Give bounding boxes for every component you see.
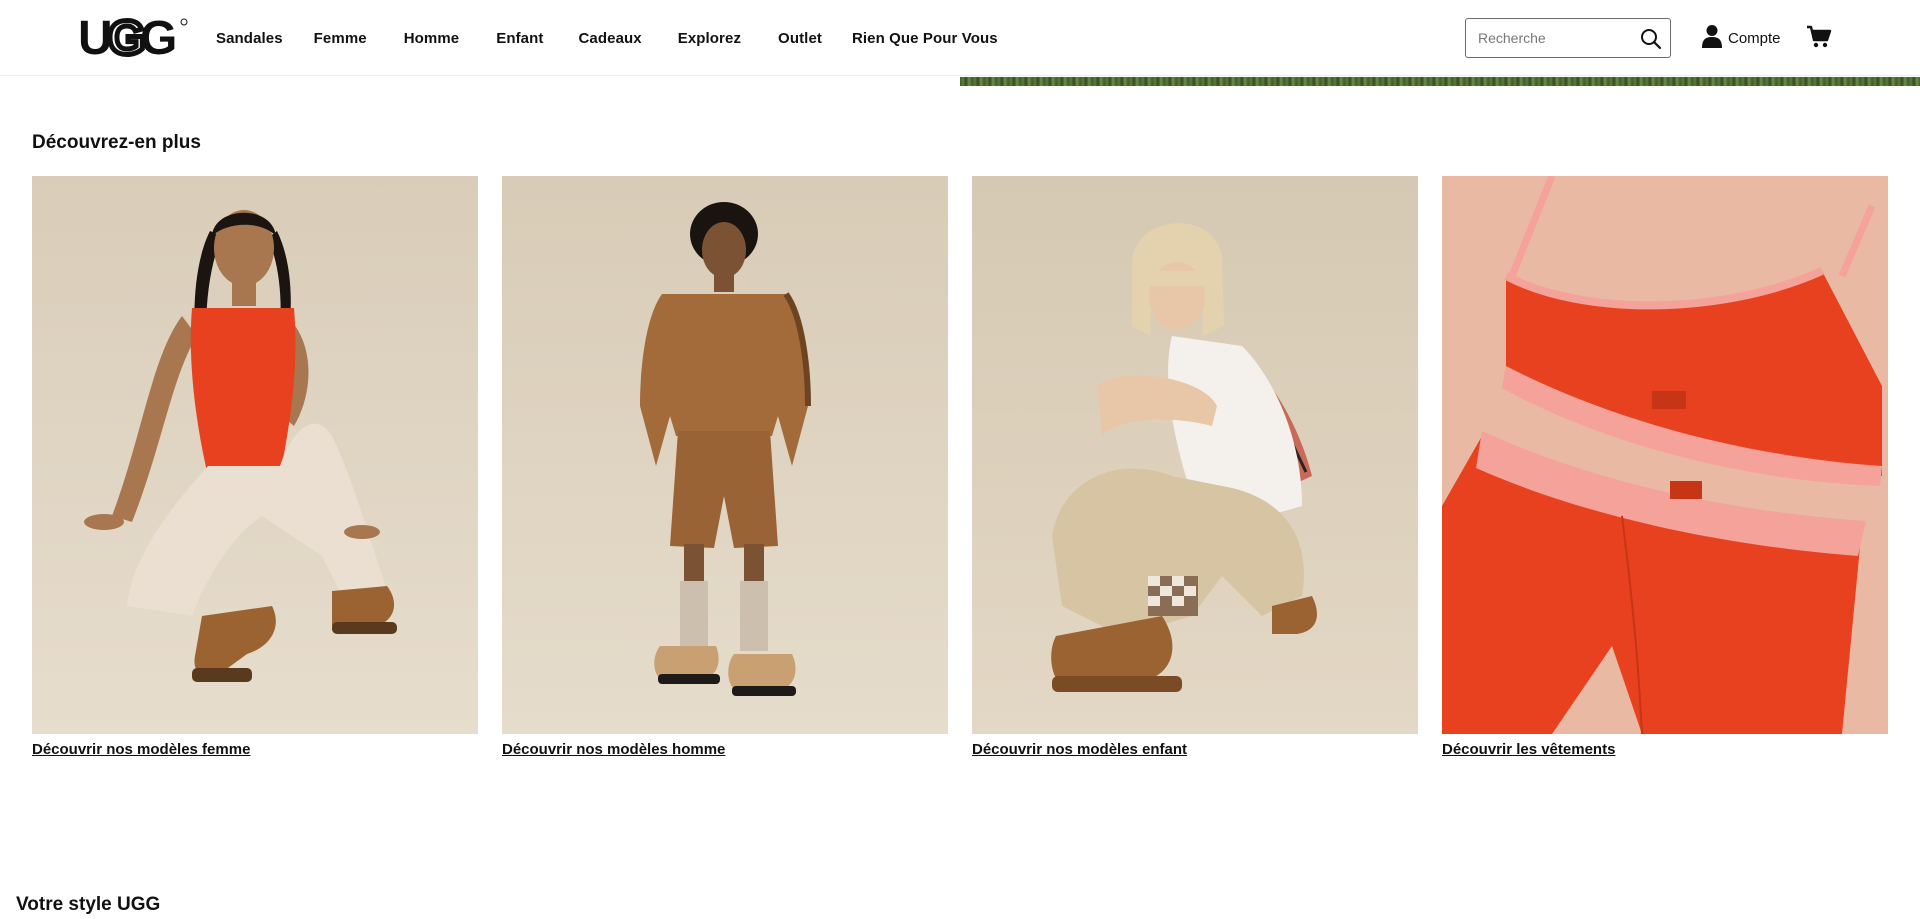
- main-nav: Sandales Femme Homme Enfant Cadeaux Expl…: [216, 0, 998, 76]
- nav-item-sandales[interactable]: Sandales: [216, 30, 283, 47]
- cart-icon[interactable]: [1806, 24, 1832, 50]
- nav-item-homme[interactable]: Homme: [404, 30, 460, 47]
- account-label: Compte: [1728, 29, 1781, 47]
- nav-item-cadeaux[interactable]: Cadeaux: [578, 30, 641, 47]
- vetements-image[interactable]: [1442, 176, 1888, 734]
- homme-image[interactable]: [502, 176, 948, 734]
- discover-card-enfant: Découvrir nos modèles enfant: [972, 176, 1418, 759]
- svg-text:U: U: [78, 12, 110, 62]
- search-icon[interactable]: [1640, 28, 1662, 50]
- account-link[interactable]: Compte: [1702, 24, 1781, 52]
- nav-item-femme[interactable]: Femme: [314, 30, 367, 47]
- hero-image-strip: [960, 77, 1920, 86]
- femme-image[interactable]: [32, 176, 478, 734]
- ugg-logo[interactable]: U G G: [78, 10, 188, 68]
- discover-link-vetements[interactable]: Découvrir les vêtements: [1442, 741, 1615, 758]
- discover-link-femme[interactable]: Découvrir nos modèles femme: [32, 741, 250, 758]
- nav-item-enfant[interactable]: Enfant: [496, 30, 543, 47]
- discover-link-homme[interactable]: Découvrir nos modèles homme: [502, 741, 725, 758]
- search-box: [1465, 18, 1671, 58]
- svg-text:G: G: [140, 12, 177, 62]
- user-icon: [1702, 24, 1722, 53]
- nav-item-rien-que-pour-vous[interactable]: Rien Que Pour Vous: [852, 30, 998, 47]
- svg-text:G: G: [108, 12, 143, 62]
- site-header: U G G Sandales Femme Homme Enfant Cadeau…: [0, 0, 1920, 76]
- discover-section-title: Découvrez-en plus: [32, 132, 201, 153]
- discover-card-homme: Découvrir nos modèles homme: [502, 176, 948, 759]
- style-section-title: Votre style UGG: [16, 894, 161, 915]
- search-input[interactable]: [1478, 30, 1638, 46]
- discover-card-femme: Découvrir nos modèles femme: [32, 176, 478, 759]
- enfant-image[interactable]: [972, 176, 1418, 734]
- nav-item-outlet[interactable]: Outlet: [778, 30, 822, 47]
- discover-link-enfant[interactable]: Découvrir nos modèles enfant: [972, 741, 1187, 758]
- discover-card-vetements: Découvrir les vêtements: [1442, 176, 1888, 759]
- nav-item-explorez[interactable]: Explorez: [678, 30, 741, 47]
